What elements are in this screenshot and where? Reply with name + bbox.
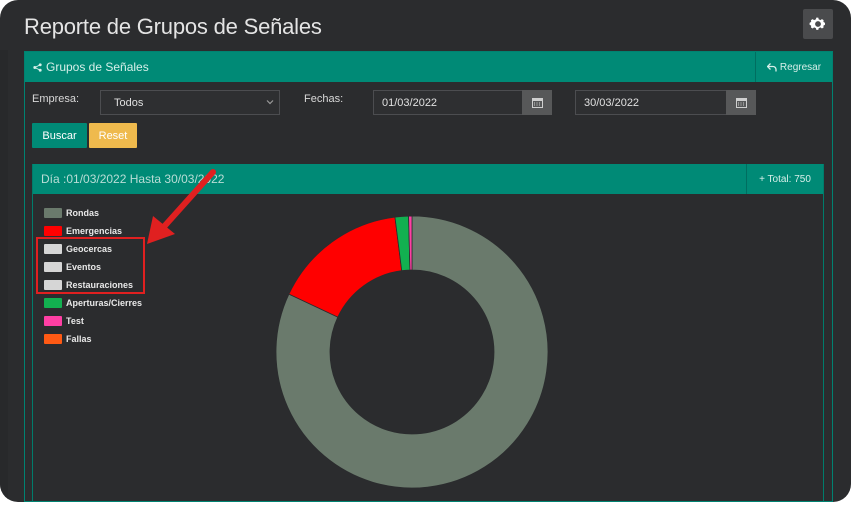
donut-slice-emergencias[interactable]	[288, 216, 403, 318]
date-to-calendar-button[interactable]	[726, 90, 756, 115]
panel-header: Grupos de Señales Regresar	[25, 52, 832, 82]
fechas-label: Fechas:	[304, 93, 344, 105]
calendar-icon	[735, 98, 747, 108]
back-button-label: Regresar	[779, 61, 822, 73]
date-from-calendar-button[interactable]	[522, 90, 552, 115]
chevron-down-icon	[266, 100, 274, 105]
settings-button[interactable]	[803, 9, 833, 39]
legend-swatch	[44, 208, 62, 218]
calendar-icon	[531, 98, 543, 108]
search-button[interactable]: Buscar	[32, 123, 87, 148]
legend-swatch	[44, 298, 62, 308]
empresa-select[interactable]: Todos	[100, 90, 280, 115]
gear-icon	[809, 17, 825, 30]
back-button[interactable]: Regresar	[755, 52, 832, 82]
legend-swatch	[44, 334, 62, 344]
app-window: Reporte de Grupos de Señales Grupos de S…	[0, 0, 851, 502]
legend-label: Emergencias	[66, 226, 123, 236]
legend-label: Test	[66, 316, 84, 326]
date-from-input[interactable]: 01/03/2022	[373, 90, 523, 115]
left-strip	[0, 50, 8, 502]
empresa-select-value: Todos	[114, 97, 144, 109]
legend-item[interactable]: Aperturas/Cierres	[44, 294, 142, 312]
reset-button[interactable]: Reset	[89, 123, 137, 148]
legend-swatch	[44, 316, 62, 326]
legend-item[interactable]: Test	[44, 312, 142, 330]
date-from-value: 01/03/2022	[382, 97, 438, 109]
legend-item[interactable]: Rondas	[44, 204, 142, 222]
panel-title-text: Grupos de Señales	[46, 60, 149, 74]
annotation-highlight-box	[36, 237, 145, 294]
arrow-icon	[147, 169, 216, 244]
legend-label: Fallas	[66, 334, 92, 344]
date-to-input[interactable]: 30/03/2022	[575, 90, 727, 115]
undo-icon	[766, 62, 777, 71]
legend-label: Aperturas/Cierres	[66, 298, 143, 308]
panel-title: Grupos de Señales	[33, 60, 149, 74]
empresa-label: Empresa:	[32, 93, 80, 105]
share-icon	[33, 62, 42, 72]
legend-swatch	[44, 226, 62, 236]
page-title: Reporte de Grupos de Señales	[24, 14, 322, 39]
date-to-value: 30/03/2022	[584, 97, 640, 109]
legend-item[interactable]: Fallas	[44, 330, 142, 348]
legend-label: Rondas	[66, 208, 100, 218]
donut-chart	[276, 216, 548, 488]
total-badge: + Total: 750	[746, 164, 823, 194]
